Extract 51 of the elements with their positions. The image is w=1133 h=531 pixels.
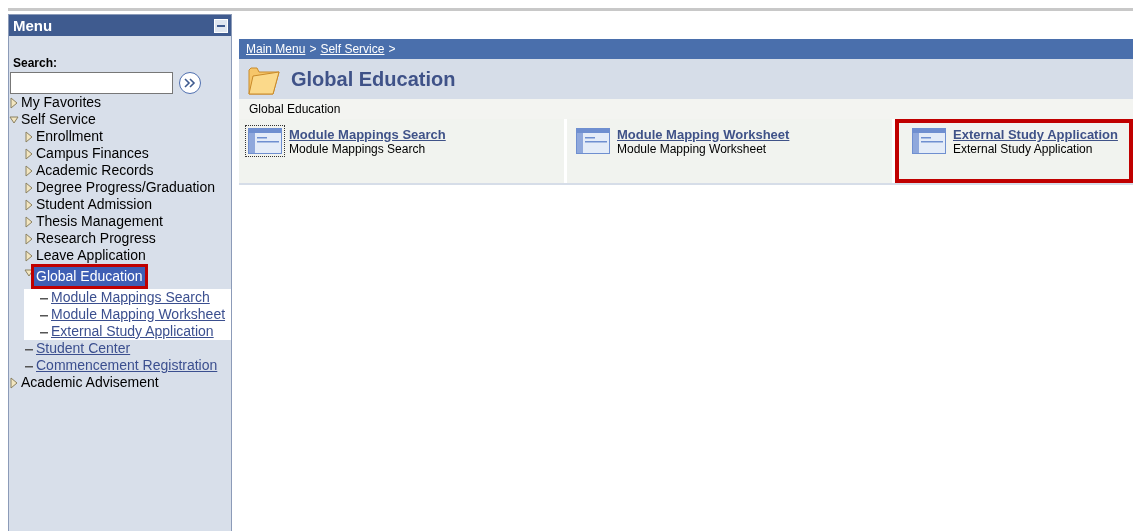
menu-link[interactable]: Commencement Registration — [36, 357, 218, 374]
triangle-right-icon[interactable] — [24, 250, 34, 262]
triangle-down-icon[interactable] — [9, 114, 19, 126]
menu-title: Menu — [13, 17, 53, 34]
breadcrumb-separator: > — [388, 42, 396, 56]
triangle-right-icon[interactable] — [24, 131, 34, 143]
triangle-right-icon[interactable] — [24, 233, 34, 245]
search-field[interactable] — [10, 72, 173, 94]
search-go-button[interactable] — [179, 72, 201, 94]
collapse-button[interactable] — [214, 18, 228, 33]
menu-link[interactable]: Module Mapping Worksheet — [51, 306, 226, 323]
triangle-right-icon[interactable] — [24, 182, 34, 194]
menu-folder[interactable]: Enrollment — [36, 128, 103, 145]
triangle-right-icon[interactable] — [24, 165, 34, 177]
page-title: Global Education — [291, 67, 456, 91]
triangle-right-icon[interactable] — [24, 148, 34, 160]
menu-folder[interactable]: Degree Progress/Graduation — [36, 179, 215, 196]
menu-folder[interactable]: Academic Records — [36, 162, 154, 179]
menu-folder[interactable]: Student Admission — [36, 196, 152, 213]
menu-folder[interactable]: Leave Application — [36, 247, 146, 264]
triangle-right-icon[interactable] — [24, 199, 34, 211]
search-label: Search: — [13, 56, 59, 70]
menu-link[interactable]: Student Center — [36, 340, 131, 357]
tile-description: Module Mapping Worksheet — [617, 142, 768, 156]
tile-description: External Study Application — [953, 142, 1094, 156]
double-chevron-icon — [184, 78, 196, 88]
triangle-down-icon[interactable] — [24, 267, 34, 279]
breadcrumb-link[interactable]: Self Service — [320, 42, 385, 56]
menu-folder[interactable]: Global Education — [31, 264, 148, 289]
menu-folder[interactable]: Academic Advisement — [21, 374, 159, 391]
triangle-right-icon[interactable] — [24, 216, 34, 228]
breadcrumb-link[interactable]: Main Menu — [246, 42, 306, 56]
menu-folder[interactable]: Research Progress — [36, 230, 156, 247]
menu-folder[interactable]: Thesis Management — [36, 213, 163, 230]
page-icon — [912, 128, 946, 154]
page-icon — [576, 128, 610, 154]
menu-folder[interactable]: My Favorites — [21, 94, 102, 111]
menu-link[interactable]: Module Mappings Search — [51, 289, 210, 306]
menu-link[interactable]: External Study Application — [51, 323, 214, 340]
page-subtitle: Global Education — [239, 99, 1133, 119]
tile-link[interactable]: Module Mapping Worksheet — [617, 127, 790, 142]
triangle-right-icon[interactable] — [9, 377, 19, 389]
menu-folder[interactable]: Campus Finances — [36, 145, 149, 162]
menu-folder[interactable]: Self Service — [21, 111, 96, 128]
tile-link[interactable]: External Study Application — [953, 127, 1118, 142]
tile-description: Module Mappings Search — [289, 142, 427, 156]
page-icon — [248, 128, 282, 154]
tile-link[interactable]: Module Mappings Search — [289, 127, 446, 142]
breadcrumb-separator: > — [309, 42, 317, 56]
triangle-right-icon[interactable] — [9, 97, 19, 109]
minus-icon — [217, 24, 225, 27]
